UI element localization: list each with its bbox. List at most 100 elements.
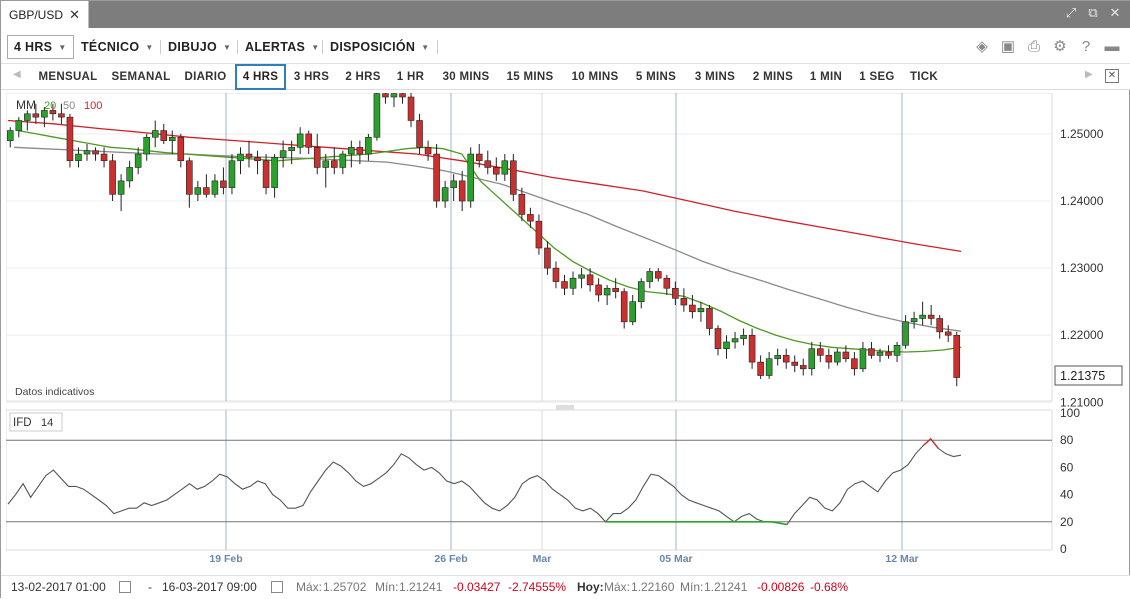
candle-up xyxy=(569,277,577,289)
range-to[interactable]: 16-03-2017 09:00 xyxy=(162,580,257,594)
candle-down xyxy=(706,308,713,329)
tf-4hrs[interactable]: 4 HRS xyxy=(235,64,286,90)
candle-up xyxy=(288,147,295,151)
window-close-icon[interactable]: ✕ xyxy=(1107,5,1123,21)
menu-dibujo[interactable]: DIBUJO ▼ xyxy=(168,36,231,58)
candle-up xyxy=(75,153,82,162)
candle-up xyxy=(774,355,781,360)
ifd-axis-tick-label: 0 xyxy=(1060,542,1067,556)
candle-up xyxy=(348,147,355,155)
candle-down xyxy=(927,314,935,319)
candle-down xyxy=(953,334,961,378)
calendar-icon[interactable] xyxy=(271,581,283,593)
candle-down xyxy=(527,214,534,222)
candle-up xyxy=(834,351,841,363)
candle-down xyxy=(612,287,619,292)
ifd-axis-tick-label: 60 xyxy=(1060,460,1074,474)
tf-3mins[interactable]: 3 MINS xyxy=(689,64,741,90)
print-icon[interactable]: ⎙ xyxy=(1025,38,1043,56)
tf-10mins[interactable]: 10 MINS xyxy=(566,64,624,90)
candle-up xyxy=(134,153,142,168)
candle-down xyxy=(757,361,764,376)
candle-down xyxy=(407,96,415,121)
popout-icon[interactable]: ⧉ xyxy=(1085,5,1101,21)
tf-1min[interactable]: 1 MIN xyxy=(805,64,847,90)
candle-down xyxy=(782,355,790,363)
scroll-left-icon[interactable]: ◀ xyxy=(13,69,21,80)
tf-15mins[interactable]: 15 MINS xyxy=(501,64,559,90)
candle-down xyxy=(382,93,389,98)
today-label: Hoy: xyxy=(577,580,604,594)
tf-mensual[interactable]: MENSUAL xyxy=(34,64,102,90)
help-icon[interactable]: ? xyxy=(1077,38,1095,56)
candle-up xyxy=(910,318,918,323)
candle-down xyxy=(552,267,560,282)
timeframe-dropdown-label: 4 HRS xyxy=(14,40,53,54)
candle-down xyxy=(433,153,440,202)
tab-gbpusd[interactable]: GBP/USD ✕ xyxy=(1,1,89,28)
candle-down xyxy=(262,160,270,188)
menu-disposicion-label: DISPOSICIÓN xyxy=(330,40,416,54)
mm-legend-50: 50 xyxy=(63,100,75,112)
toolbar-divider xyxy=(437,40,438,54)
comment-icon[interactable]: ▬ xyxy=(1103,38,1121,56)
candle-down xyxy=(305,133,312,148)
today-min-label: Mín: xyxy=(680,580,704,594)
ifd-axis-tick-label: 20 xyxy=(1060,515,1074,529)
tf-diario[interactable]: DIARIO xyxy=(179,64,232,90)
candle-up xyxy=(6,130,14,141)
tf-tick[interactable]: TICK xyxy=(905,64,943,90)
scroll-right-icon[interactable]: ▶ xyxy=(1085,69,1093,80)
chart-area[interactable]: 1.25000 1.24000 1.23000 1.22000 1.21000 19 Fe… xyxy=(5,83,1129,573)
toolbar: 4 HRS ▼ TÉCNICO ▼ DIBUJO ▼ ALERTAS ▼ DISPOSI… xyxy=(1,28,1130,64)
close-icon[interactable]: ✕ xyxy=(1105,69,1119,83)
candle-up xyxy=(501,160,509,175)
mm-legend-name: MM xyxy=(16,98,36,112)
timeframe-dropdown[interactable]: 4 HRS ▼ xyxy=(7,35,74,59)
candle-down xyxy=(66,116,74,162)
candle-down xyxy=(620,291,628,323)
expand-icon[interactable]: ⤢ xyxy=(1063,5,1079,21)
calendar-icon[interactable] xyxy=(119,581,131,593)
date-axis-tick-label: 12 Mar xyxy=(885,553,918,565)
candle-up xyxy=(919,314,926,319)
tf-30mins[interactable]: 30 MINS xyxy=(437,64,495,90)
tf-semanal[interactable]: SEMANAL xyxy=(108,64,174,90)
ifd-legend-name: IFD xyxy=(13,417,32,429)
today-change-pct: -0.68% xyxy=(810,580,849,594)
tf-3hrs[interactable]: 3 HRS xyxy=(290,64,333,90)
candle-up xyxy=(723,341,730,349)
max-label: Máx: xyxy=(296,580,323,594)
candle-down xyxy=(416,120,423,148)
tf-5mins[interactable]: 5 MINS xyxy=(631,64,681,90)
menu-alertas[interactable]: ALERTAS ▼ xyxy=(245,36,319,58)
tf-2mins[interactable]: 2 MINS xyxy=(748,64,798,90)
candle-up xyxy=(279,150,287,158)
menu-disposicion[interactable]: DISPOSICIÓN ▼ xyxy=(330,36,429,58)
menu-tecnico[interactable]: TÉCNICO ▼ xyxy=(81,36,154,58)
candle-up xyxy=(126,167,133,182)
candle-up xyxy=(731,338,739,343)
mm-legend-20: 20 xyxy=(44,100,56,112)
candle-up xyxy=(211,180,219,195)
candle-down xyxy=(825,355,833,363)
candle-up xyxy=(902,321,909,346)
menu-alertas-label: ALERTAS xyxy=(245,40,306,54)
tf-2hrs[interactable]: 2 HRS xyxy=(341,64,385,90)
today-max-value: 1.22160 xyxy=(631,580,675,594)
candle-down xyxy=(160,130,168,141)
price-chart[interactable]: 1.250001.240001.230001.220001.2100019 Fe… xyxy=(5,83,1129,573)
image-icon[interactable]: ▣ xyxy=(999,38,1017,56)
tf-1hr[interactable]: 1 HR xyxy=(392,64,429,90)
range-from[interactable]: 13-02-2017 01:00 xyxy=(11,580,106,594)
current-price-label: 1.21375 xyxy=(1060,369,1105,383)
min-value: 1.21241 xyxy=(399,580,443,594)
candle-down xyxy=(330,160,338,168)
tf-1seg[interactable]: 1 SEG xyxy=(854,64,900,90)
layers-icon[interactable]: ◈ xyxy=(973,38,991,56)
candle-up xyxy=(765,358,773,376)
panel-splitter-handle[interactable] xyxy=(556,405,574,410)
indicative-note: Datos indicativos xyxy=(15,386,94,398)
close-icon[interactable]: ✕ xyxy=(69,7,80,23)
gear-icon[interactable]: ⚙ xyxy=(1051,38,1069,56)
